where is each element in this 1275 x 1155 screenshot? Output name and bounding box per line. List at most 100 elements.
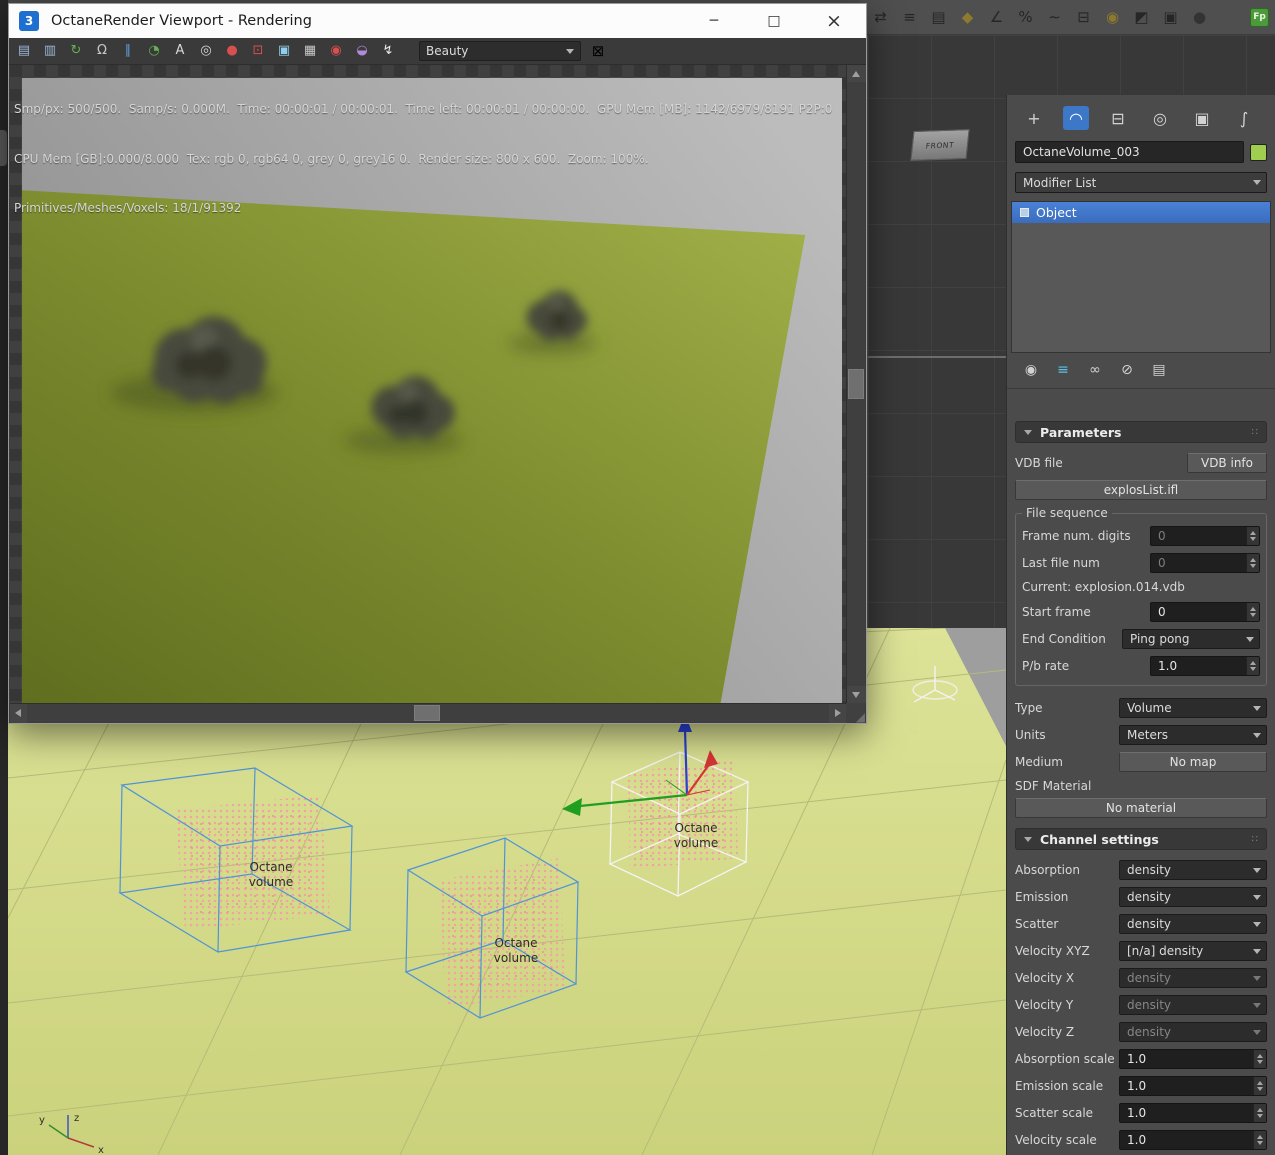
print-icon[interactable]: ▦: [301, 42, 319, 60]
utilities-tab[interactable]: ∫: [1231, 106, 1257, 130]
scroll-left-icon[interactable]: [10, 704, 27, 723]
end-condition-dropdown[interactable]: Ping pong: [1122, 629, 1260, 649]
close-button[interactable]: ×: [820, 10, 848, 32]
vertical-scrollbar[interactable]: [846, 65, 866, 703]
horizontal-scrollbar[interactable]: [10, 703, 846, 723]
region-render-icon[interactable]: ⊡: [249, 42, 267, 60]
velocity-x-dropdown[interactable]: density: [1119, 968, 1267, 988]
percent-snap-icon[interactable]: %: [1017, 8, 1034, 26]
rollout-grip-icon[interactable]: ∷: [1252, 834, 1258, 845]
spinner-arrows-icon[interactable]: [1246, 554, 1259, 572]
clay-mode-icon[interactable]: ◒: [353, 42, 371, 60]
expand-viewport-icon[interactable]: ⊠: [589, 42, 607, 60]
scatter-scale-spinner[interactable]: 1.0: [1119, 1103, 1267, 1123]
rendered-frame-icon[interactable]: ▣: [1162, 8, 1179, 26]
channel-settings-rollout-header[interactable]: Channel settings ∷: [1015, 828, 1267, 850]
vdb-file-button[interactable]: explosList.ifl: [1015, 480, 1267, 500]
velocity-xyz-dropdown[interactable]: [n/a] density: [1119, 941, 1267, 961]
spinner-arrows-icon[interactable]: [1253, 1131, 1266, 1149]
scroll-down-icon[interactable]: [847, 686, 866, 703]
spinner-arrows-icon[interactable]: [1253, 1104, 1266, 1122]
type-dropdown[interactable]: Volume: [1119, 698, 1267, 718]
velocity-z-dropdown[interactable]: density: [1119, 1022, 1267, 1042]
start-frame-spinner[interactable]: 0: [1150, 602, 1260, 622]
vdb-file-label: VDB file: [1015, 456, 1063, 470]
rollout-grip-icon[interactable]: ∷: [1252, 427, 1258, 438]
horizontal-scrollbar-thumb[interactable]: [414, 705, 440, 721]
render-setup-icon[interactable]: ◩: [1133, 8, 1150, 26]
modifier-stack[interactable]: Object: [1011, 201, 1271, 353]
units-dropdown[interactable]: Meters: [1119, 725, 1267, 745]
pb-rate-spinner[interactable]: 1.0: [1150, 656, 1260, 676]
object-name-input[interactable]: [1015, 141, 1244, 163]
curve-editor-icon[interactable]: ∼: [1046, 8, 1063, 26]
vertical-scrollbar-thumb[interactable]: [848, 369, 864, 399]
flash-icon[interactable]: ↯: [379, 42, 397, 60]
remove-modifier-icon[interactable]: ⊘: [1117, 362, 1137, 378]
window-titlebar[interactable]: 3 OctaneRender Viewport - Rendering ─ □ …: [9, 4, 866, 38]
dock-tab-handle[interactable]: [0, 130, 7, 166]
display-icon[interactable]: ▣: [275, 42, 293, 60]
medium-button[interactable]: No map: [1119, 752, 1267, 772]
render-pass-dropdown[interactable]: Beauty: [419, 41, 581, 61]
velocity-scale-spinner[interactable]: 1.0: [1119, 1130, 1267, 1150]
show-end-result-icon[interactable]: ≡: [1053, 362, 1073, 378]
lock-resolution-icon[interactable]: Ω: [93, 42, 111, 60]
mirror-icon[interactable]: ⇄: [872, 8, 889, 26]
spinner-arrows-icon[interactable]: [1246, 657, 1259, 675]
record-icon[interactable]: ●: [223, 42, 241, 60]
vdb-info-button[interactable]: VDB info: [1187, 453, 1267, 473]
fp-plugin-icon[interactable]: Fp: [1250, 7, 1269, 27]
spinner-arrows-icon[interactable]: [1246, 603, 1259, 621]
layer-manager-icon[interactable]: ▤: [930, 8, 947, 26]
render-production-icon[interactable]: ●: [1191, 8, 1208, 26]
emission-dropdown[interactable]: density: [1119, 887, 1267, 907]
material-editor-icon[interactable]: ◉: [1104, 8, 1121, 26]
minimize-button[interactable]: ─: [700, 13, 728, 29]
configure-modifier-sets-icon[interactable]: ▤: [1149, 362, 1169, 378]
pause-icon[interactable]: ∥: [119, 42, 137, 60]
units-label: Units: [1015, 728, 1046, 742]
pin-stack-icon[interactable]: ◉: [1021, 362, 1041, 378]
modify-tab[interactable]: ◠: [1063, 106, 1089, 130]
motion-tab[interactable]: ◎: [1147, 106, 1173, 130]
scatter-dropdown[interactable]: density: [1119, 914, 1267, 934]
frame-num-digits-spinner[interactable]: 0: [1150, 526, 1260, 546]
maximize-button[interactable]: □: [760, 13, 788, 29]
parameters-rollout-header[interactable]: Parameters ∷: [1015, 421, 1267, 443]
emission-scale-spinner[interactable]: 1.0: [1119, 1076, 1267, 1096]
make-unique-icon[interactable]: ∞: [1085, 362, 1105, 378]
align-icon[interactable]: ≡: [901, 8, 918, 26]
object-color-swatch[interactable]: [1250, 143, 1267, 161]
spinner-value: 1.0: [1127, 1052, 1147, 1066]
snap-toggle-icon[interactable]: ◆: [959, 8, 976, 26]
spinner-arrows-icon[interactable]: [1253, 1050, 1266, 1068]
font-overlay-icon[interactable]: A: [171, 42, 189, 60]
spinner-arrows-icon[interactable]: [1253, 1077, 1266, 1095]
front-object[interactable]: FRONT: [910, 129, 970, 161]
sdf-material-button[interactable]: No material: [1015, 798, 1267, 818]
export-icon[interactable]: ▤: [15, 42, 33, 60]
spinner-arrows-icon[interactable]: [1246, 527, 1259, 545]
create-tab[interactable]: +: [1021, 106, 1047, 130]
modifier-list-dropdown[interactable]: Modifier List: [1015, 172, 1267, 193]
schematic-view-icon[interactable]: ⊟: [1075, 8, 1092, 26]
camera-icon[interactable]: ◉: [327, 42, 345, 60]
angle-snap-icon[interactable]: ∠: [988, 8, 1005, 26]
last-file-num-spinner[interactable]: 0: [1150, 553, 1260, 573]
absorption-scale-spinner[interactable]: 1.0: [1119, 1049, 1267, 1069]
render-viewport[interactable]: Smp/px: 500/500. Samp/s: 0.000M. Time: 0…: [10, 65, 846, 703]
copy-icon[interactable]: ▥: [41, 42, 59, 60]
display-tab[interactable]: ▣: [1189, 106, 1215, 130]
resize-grip-icon[interactable]: ◢: [846, 703, 865, 723]
hierarchy-tab[interactable]: ⊟: [1105, 106, 1131, 130]
picker-icon[interactable]: ◎: [197, 42, 215, 60]
scroll-up-icon[interactable]: [847, 65, 866, 82]
scroll-right-icon[interactable]: [829, 704, 846, 723]
velocity-y-dropdown[interactable]: density: [1119, 995, 1267, 1015]
absorption-dropdown[interactable]: density: [1119, 860, 1267, 880]
restart-timer-icon[interactable]: ◔: [145, 42, 163, 60]
refresh-icon[interactable]: ↻: [67, 42, 85, 60]
absorption-label: Absorption: [1015, 863, 1080, 877]
stack-item-object[interactable]: Object: [1012, 202, 1270, 223]
